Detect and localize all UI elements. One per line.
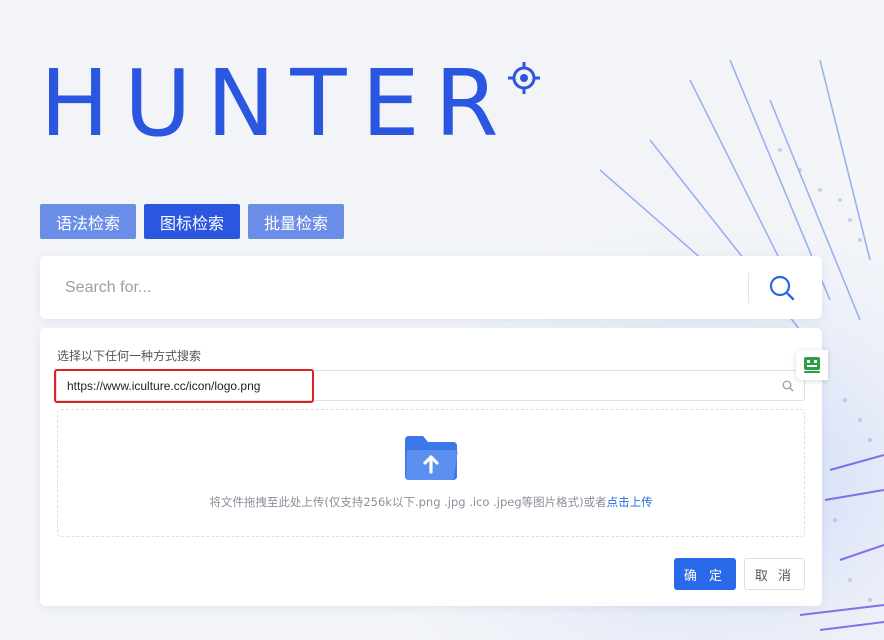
- dropzone-hint: 将文件拖拽至此处上传(仅支持256k以下.png .jpg .ico .jpeg…: [209, 495, 607, 509]
- search-icon: [769, 275, 795, 300]
- dropzone-text: 将文件拖拽至此处上传(仅支持256k以下.png .jpg .ico .jpeg…: [209, 494, 652, 510]
- crosshair-target-icon: [507, 62, 540, 94]
- logo-text: HUNTER: [40, 50, 514, 157]
- assistant-widget[interactable]: [796, 350, 828, 380]
- click-upload-link[interactable]: 点击上传: [607, 495, 653, 509]
- tab-icon-search[interactable]: 图标检索: [144, 204, 241, 239]
- icon-search-panel: 选择以下任何一种方式搜索 将文件拖拽至此处上传(仅支持256k以下.png .j…: [40, 328, 822, 606]
- icon-url-field: [56, 370, 805, 401]
- cancel-button[interactable]: 取 消: [744, 558, 805, 590]
- search-icon[interactable]: [782, 380, 794, 392]
- hunter-logo: HUNTER: [40, 58, 542, 150]
- folder-upload-icon: [405, 436, 458, 480]
- search-mode-tabs: 语法检索 图标检索 批量检索: [40, 204, 345, 239]
- upload-dropzone[interactable]: 将文件拖拽至此处上传(仅支持256k以下.png .jpg .ico .jpeg…: [57, 409, 805, 537]
- tab-syntax-search[interactable]: 语法检索: [40, 204, 137, 239]
- search-input[interactable]: [40, 267, 740, 308]
- panel-label: 选择以下任何一种方式搜索: [57, 349, 202, 363]
- search-button[interactable]: [749, 256, 815, 319]
- search-bar: [40, 256, 822, 319]
- confirm-button[interactable]: 确 定: [674, 558, 736, 590]
- icon-url-input[interactable]: [57, 371, 767, 400]
- assistant-robot-icon: [804, 357, 820, 373]
- tab-batch-search[interactable]: 批量检索: [248, 204, 345, 239]
